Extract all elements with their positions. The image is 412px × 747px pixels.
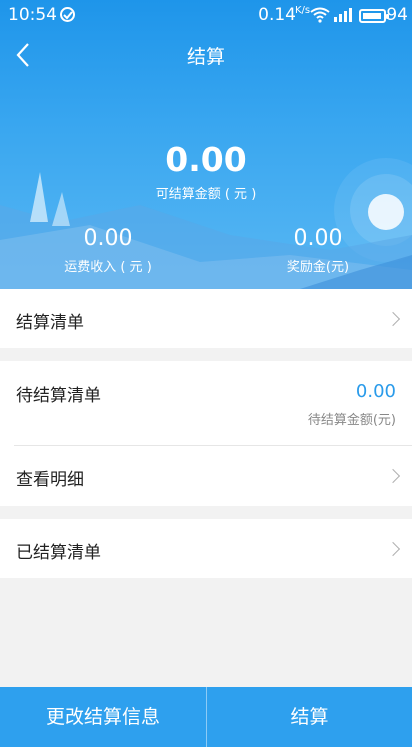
signal-icon <box>334 8 352 22</box>
battery-level: 94 <box>386 5 408 25</box>
status-time: 10:54 <box>8 5 57 25</box>
check-circle-icon <box>60 7 75 22</box>
chevron-right-icon <box>385 468 401 484</box>
settlement-list-row[interactable]: 结算清单 <box>0 289 412 348</box>
view-details-label: 查看明细 <box>16 470 84 490</box>
freight-income-amount: 0.00 <box>83 226 133 251</box>
settle-button[interactable]: 结算 <box>207 687 412 747</box>
view-details-row[interactable]: 查看明细 <box>0 446 412 506</box>
battery-icon <box>359 9 389 23</box>
settled-list-label: 已结算清单 <box>16 543 101 563</box>
pending-settlement-group: 待结算清单 0.00 待结算金额(元) 查看明细 <box>0 361 412 506</box>
change-settlement-info-button[interactable]: 更改结算信息 <box>0 687 206 747</box>
available-amount: 0.00 <box>165 140 247 179</box>
chevron-right-icon <box>385 311 401 327</box>
pending-amount-label: 待结算金额(元) <box>307 413 396 428</box>
network-speed-unit: K/s <box>295 5 311 16</box>
page-title: 结算 <box>186 46 225 68</box>
available-amount-label: 可结算金额 ( 元 ) <box>155 187 257 202</box>
status-bar: 10:54 0.14 K/s 94 <box>0 0 412 32</box>
bonus-amount: 0.00 <box>293 226 343 251</box>
network-speed: 0.14 <box>258 5 296 25</box>
settlement-list-label: 结算清单 <box>16 313 84 333</box>
settled-list-row[interactable]: 已结算清单 <box>0 519 412 578</box>
pending-amount: 0.00 <box>355 381 396 402</box>
pending-list-label: 待结算清单 <box>16 386 101 406</box>
wifi-icon <box>310 7 330 23</box>
header-banner: 10:54 0.14 K/s 94 结算 0.00 可结算金额 ( 元 ) 0.… <box>0 0 412 289</box>
bottom-action-bar: 更改结算信息 结算 <box>0 687 412 747</box>
chevron-right-icon <box>385 541 401 557</box>
freight-income-label: 运费收入 ( 元 ) <box>64 260 152 275</box>
bonus-label: 奖励金(元) <box>286 260 350 275</box>
pending-settlement-row[interactable]: 待结算清单 0.00 待结算金额(元) <box>0 361 412 445</box>
